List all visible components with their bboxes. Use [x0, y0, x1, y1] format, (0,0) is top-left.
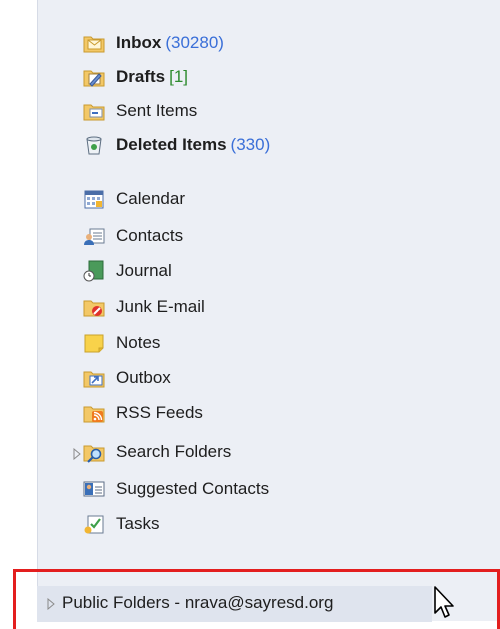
calendar-icon [82, 187, 106, 211]
search-folders-icon [82, 440, 106, 464]
draft-count: [1] [169, 67, 189, 86]
folder-label: Search Folders [116, 442, 232, 461]
drafts-icon [82, 65, 106, 89]
folder-label: Contacts [116, 226, 184, 245]
folder-item-notes[interactable]: Notes [82, 328, 160, 358]
mouse-cursor-icon [432, 585, 458, 621]
outbox-icon [82, 366, 106, 390]
folder-item-deleted-items[interactable]: Deleted Items (330) [82, 130, 270, 160]
folder-item-tasks[interactable]: Tasks [82, 509, 159, 539]
red-highlight-box [13, 569, 500, 629]
folder-label: Tasks [116, 514, 160, 533]
rss-feeds-icon [82, 401, 106, 425]
journal-icon [82, 259, 106, 283]
expand-search-folders-icon[interactable] [72, 447, 82, 461]
folder-item-calendar[interactable]: Calendar [82, 184, 185, 214]
folder-label: Calendar [116, 189, 185, 208]
folder-item-search-folders[interactable]: Search Folders [82, 437, 231, 467]
folder-item-junk-email[interactable]: Junk E-mail [82, 292, 205, 322]
sent-items-icon [82, 99, 106, 123]
deleted-items-icon [82, 133, 106, 157]
folder-label: Notes [116, 333, 161, 352]
folder-label: Junk E-mail [116, 297, 205, 316]
folder-label: Journal [116, 261, 172, 280]
folder-label: Deleted Items [116, 135, 227, 154]
unread-count: (30280) [165, 33, 224, 52]
folder-label: Suggested Contacts [116, 479, 270, 498]
notes-icon [82, 331, 106, 355]
suggested-contacts-icon [82, 477, 106, 501]
folder-item-contacts[interactable]: Contacts [82, 221, 183, 251]
folder-label: Drafts [116, 67, 166, 86]
folder-item-drafts[interactable]: Drafts [1] [82, 62, 188, 92]
folder-label: Outbox [116, 368, 171, 387]
folder-label: Inbox [116, 33, 162, 52]
inbox-icon [82, 31, 106, 55]
folder-item-rss-feeds[interactable]: RSS Feeds [82, 398, 203, 428]
contacts-icon [82, 224, 106, 248]
folder-item-journal[interactable]: Journal [82, 256, 172, 286]
folder-item-suggested-contacts[interactable]: Suggested Contacts [82, 474, 269, 504]
folder-item-sent-items[interactable]: Sent Items [82, 96, 197, 126]
junk-email-icon [82, 295, 106, 319]
tasks-icon [82, 512, 106, 536]
folder-item-inbox[interactable]: Inbox (30280) [82, 28, 224, 58]
folder-label: RSS Feeds [116, 403, 203, 422]
unread-count: (330) [230, 135, 271, 154]
folder-item-outbox[interactable]: Outbox [82, 363, 171, 393]
folder-label: Sent Items [116, 101, 198, 120]
